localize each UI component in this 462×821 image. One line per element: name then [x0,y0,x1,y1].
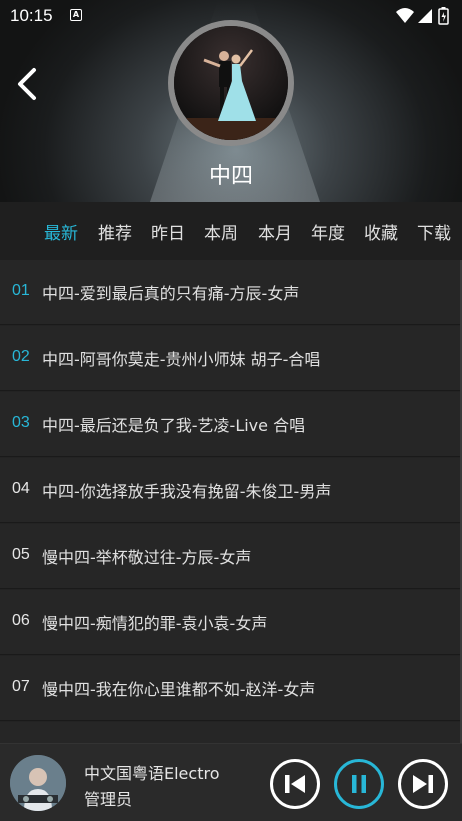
song-row[interactable]: 01 中四-爱到最后真的只有痛-方辰-女声 [0,260,460,325]
tab-this-week[interactable]: 本周 [204,219,238,244]
page-title: 中四 [208,164,253,189]
now-playing-subtitle: 管理员 [84,790,133,809]
song-title: 慢中四-举杯敬过往-方辰-女声 [42,548,252,567]
previous-button[interactable] [270,759,320,809]
song-row[interactable]: 03 中四-最后还是负了我-艺凌-Live 合唱 [0,392,460,457]
back-arrow-icon[interactable] [14,66,40,102]
song-number: 01 [12,282,30,299]
category-tabs: 最新 推荐 昨日 本周 本月 年度 收藏 下载 [0,202,462,260]
status-time: 10:15 [10,6,53,25]
now-playing-title: 中文国粤语Electro [84,764,220,783]
song-title: 中四-爱到最后真的只有痛-方辰-女声 [42,284,300,303]
song-title: 中四-最后还是负了我-艺凌-Live 合唱 [42,416,306,435]
song-number: 04 [12,480,30,497]
notification-a-icon: A [70,9,82,21]
song-title: 中四-阿哥你莫走-贵州小师妹 胡子-合唱 [42,350,321,369]
mini-player: 中文国粤语Electro 管理员 [0,743,462,821]
header: 10:15 A 中四 [0,0,462,202]
wifi-icon [396,8,414,23]
song-number: 02 [12,348,30,365]
tab-favorites[interactable]: 收藏 [364,219,398,244]
pause-button[interactable] [334,759,384,809]
skip-next-icon [413,775,433,793]
next-button[interactable] [398,759,448,809]
song-row[interactable]: 06 慢中四-痴情犯的罪-袁小袁-女声 [0,590,460,655]
song-title: 慢中四-痴情犯的罪-袁小袁-女声 [42,614,268,633]
now-playing-avatar[interactable] [10,755,66,811]
song-number: 07 [12,678,30,695]
song-title: 中四-你选择放手我没有挽留-朱俊卫-男声 [42,482,332,501]
song-row[interactable]: 07 慢中四-我在你心里谁都不如-赵洋-女声 [0,656,460,721]
song-row[interactable]: 05 慢中四-举杯敬过往-方辰-女声 [0,524,460,589]
tab-latest[interactable]: 最新 [44,219,78,244]
song-row[interactable]: 02 中四-阿哥你莫走-贵州小师妹 胡子-合唱 [0,326,460,391]
song-row[interactable] [0,722,460,743]
song-row[interactable]: 04 中四-你选择放手我没有挽留-朱俊卫-男声 [0,458,460,523]
tab-yesterday[interactable]: 昨日 [151,219,185,244]
pause-icon [352,775,366,793]
song-number: 03 [12,414,30,431]
dancers-image [174,26,288,140]
song-list: 01 中四-爱到最后真的只有痛-方辰-女声 02 中四-阿哥你莫走-贵州小师妹 … [0,260,462,743]
tab-downloads[interactable]: 下载 [417,219,451,244]
tab-recommended[interactable]: 推荐 [98,219,132,244]
tab-this-month[interactable]: 本月 [258,219,292,244]
skip-previous-icon [285,775,305,793]
album-cover [168,20,294,146]
status-icons [396,7,449,25]
signal-icon [418,9,432,23]
song-title: 慢中四-我在你心里谁都不如-赵洋-女声 [42,680,316,699]
song-number: 06 [12,612,30,629]
song-number: 05 [12,546,30,563]
tab-yearly[interactable]: 年度 [311,219,345,244]
